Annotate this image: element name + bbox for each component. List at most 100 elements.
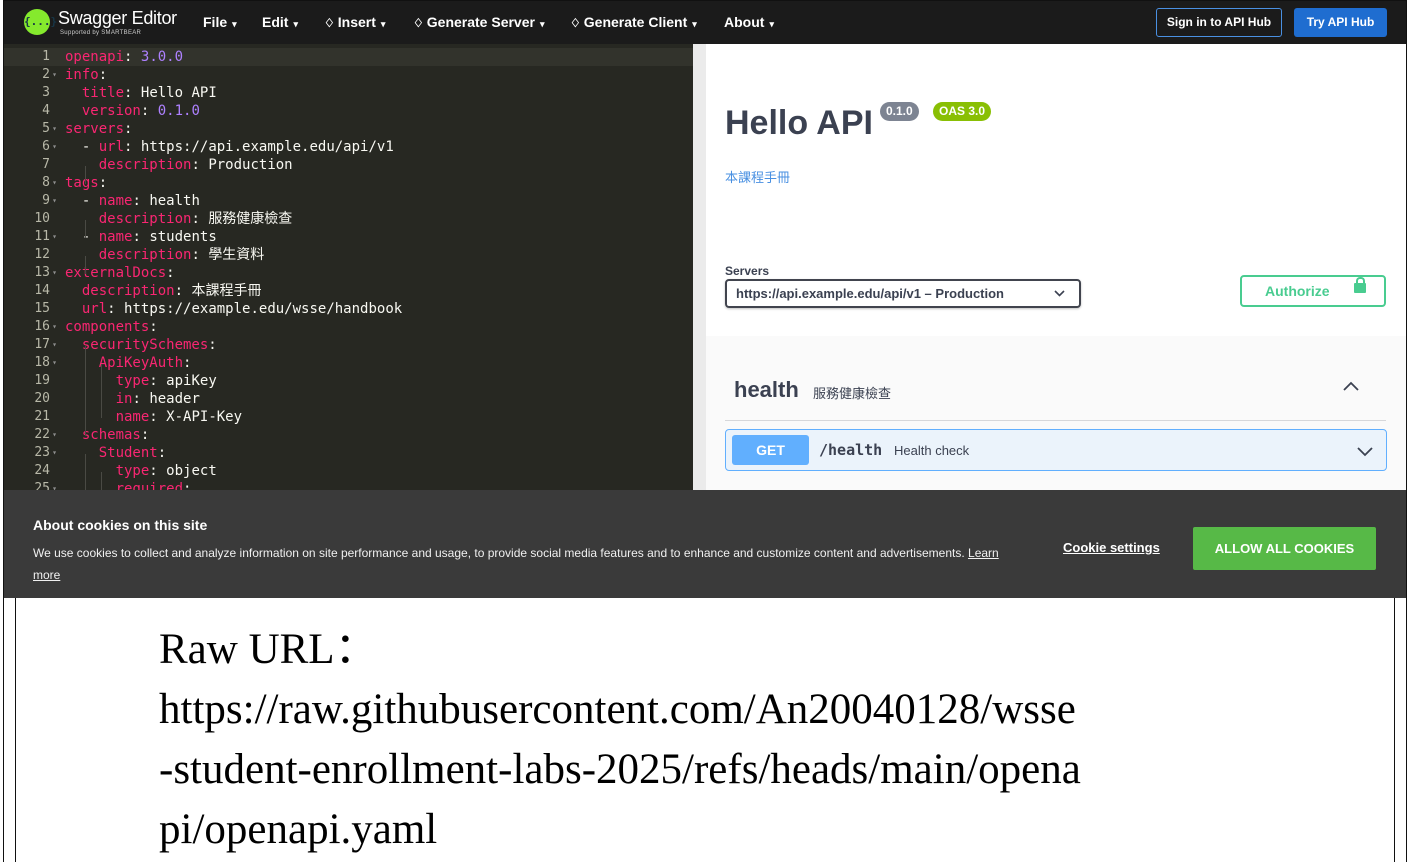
indent-guide — [101, 472, 102, 490]
version-badge: 0.1.0 — [880, 102, 919, 121]
code-colon: : — [208, 337, 217, 353]
caret-down-icon: ▾ — [380, 19, 386, 29]
code-colon: : — [157, 445, 167, 461]
code-key: tags — [65, 175, 99, 191]
code-key: url — [81, 301, 108, 317]
code-value: Hello API — [140, 85, 217, 101]
raw-url-block: Raw URL： https://raw.githubusercontent.c… — [159, 620, 1081, 860]
menu-generate-client[interactable]: ♢ Generate Client ▾ — [570, 14, 697, 30]
raw-url-line: pi/openapi.yaml — [159, 806, 438, 853]
menu-file[interactable]: File ▾ — [203, 14, 237, 30]
caret-down-icon: ▾ — [232, 19, 237, 29]
code-line: components: — [65, 318, 402, 336]
lock-icon — [1354, 277, 1366, 293]
menu-about[interactable]: About ▾ — [724, 14, 774, 30]
line-number: 19 — [34, 373, 50, 388]
menu-generate-server[interactable]: ♢ Generate Server ▾ — [413, 14, 544, 30]
fold-arrow-icon[interactable]: ▾ — [52, 444, 57, 462]
line-number-text: 16 — [34, 319, 50, 334]
line-number: 16 ▾ — [4, 318, 60, 336]
code-colon: : — [166, 265, 175, 281]
chevron-down-icon[interactable] — [1356, 442, 1374, 460]
authorize-button[interactable]: Authorize — [1240, 275, 1386, 307]
code-line: - name: students — [65, 228, 402, 246]
swagger-logo-icon: {...} — [24, 9, 57, 35]
try-api-hub-button[interactable]: Try API Hub — [1294, 8, 1387, 37]
line-number: 5 ▾ — [4, 120, 60, 138]
menu-insert[interactable]: ♢ Insert ▾ — [324, 14, 385, 30]
code-colon: : — [132, 193, 141, 209]
app-title: Swagger Editor — [58, 8, 177, 28]
gem-icon: ♢ — [413, 16, 424, 30]
code-key: required — [115, 481, 184, 490]
code-colon: : — [191, 157, 200, 173]
fold-arrow-icon[interactable]: ▾ — [52, 138, 57, 156]
fold-arrow-icon[interactable]: ▾ — [52, 120, 57, 138]
cookie-settings-link[interactable]: Cookie settings — [1063, 540, 1160, 555]
pane-divider[interactable] — [693, 44, 706, 490]
code-key: info — [65, 67, 99, 83]
code-value: header — [149, 391, 200, 407]
caret-down-icon: ▾ — [539, 19, 545, 29]
fold-arrow-icon[interactable]: ▾ — [52, 228, 57, 246]
caret-down-icon: ▾ — [769, 19, 774, 29]
tag-health-description: 服務健康檢查 — [813, 386, 892, 401]
cookie-body: We use cookies to collect and analyze in… — [33, 546, 965, 560]
fold-arrow-icon[interactable]: ▾ — [52, 426, 57, 444]
menu-edit[interactable]: Edit ▾ — [262, 14, 298, 30]
code-value: https://example.edu/wsse/handbook — [124, 301, 403, 317]
external-docs-link[interactable]: 本課程手冊 — [725, 167, 790, 186]
raw-url-label: Raw URL： — [159, 626, 378, 673]
fold-arrow-icon[interactable]: ▾ — [52, 354, 57, 372]
line-number: 2 ▾ — [4, 66, 60, 84]
line-number-text: 8 — [42, 175, 50, 190]
code-key: Student — [98, 445, 158, 461]
servers-label: Servers — [725, 264, 770, 278]
code-line: version: 0.1.0 — [65, 102, 402, 120]
code-key: openapi — [65, 49, 125, 65]
line-number-text: 18 — [34, 355, 50, 370]
code-line: description: 學生資料 — [65, 246, 402, 264]
code-key: title — [81, 85, 125, 101]
fold-arrow-icon[interactable]: ▾ — [52, 480, 57, 490]
code-value: health — [149, 193, 200, 209]
fold-arrow-icon[interactable]: ▾ — [52, 318, 57, 336]
yaml-editor[interactable]: 1 2 ▾ 3 4 5 ▾ 6 ▾ 7 8 ▾ 9 ▾ 10 11 ▾ 12 13 ▾ 14 15 16 ▾ 17 ▾ 18 ▾ 19 2… — [4, 44, 693, 490]
line-number-text: 13 — [34, 265, 50, 280]
code-key: schemas — [81, 427, 141, 443]
code-line: info: — [65, 66, 402, 84]
tag-health-name[interactable]: health — [734, 377, 799, 403]
server-select[interactable]: https://api.example.edu/api/v1 – Product… — [725, 279, 1081, 308]
line-number: 13 ▾ — [4, 264, 60, 282]
cookie-text: We use cookies to collect and analyze in… — [33, 542, 1013, 586]
code-key: ApiKeyAuth — [98, 355, 184, 371]
allow-all-cookies-button[interactable]: ALLOW ALL COOKIES — [1193, 527, 1376, 570]
sign-in-button[interactable]: Sign in to API Hub — [1156, 8, 1282, 37]
fold-arrow-icon[interactable]: ▾ — [52, 192, 57, 210]
indent-guide — [101, 364, 102, 418]
indent-guide — [85, 256, 86, 274]
oas-badge: OAS 3.0 — [933, 102, 992, 121]
code-value: https://api.example.edu/api/v1 — [140, 139, 394, 155]
line-number: 22 ▾ — [4, 426, 60, 444]
code-area[interactable]: openapi: 3.0.0 info: title: Hello API ver… — [65, 48, 402, 490]
fold-arrow-icon[interactable]: ▾ — [52, 264, 57, 282]
line-number-text: 6 — [42, 139, 50, 154]
operation-get-health[interactable]: GET /health Health check — [725, 429, 1387, 471]
line-number: 24 — [34, 463, 50, 478]
fold-arrow-icon[interactable]: ▾ — [52, 174, 57, 192]
fold-arrow-icon[interactable]: ▾ — [52, 336, 57, 354]
code-key: description — [98, 157, 192, 173]
code-key: securitySchemes — [81, 337, 209, 353]
frame-right — [1406, 0, 1407, 862]
fold-arrow-icon[interactable]: ▾ — [52, 66, 57, 84]
chevron-up-icon[interactable] — [1342, 378, 1360, 396]
code-colon: : — [191, 211, 200, 227]
code-colon: : — [191, 247, 200, 263]
